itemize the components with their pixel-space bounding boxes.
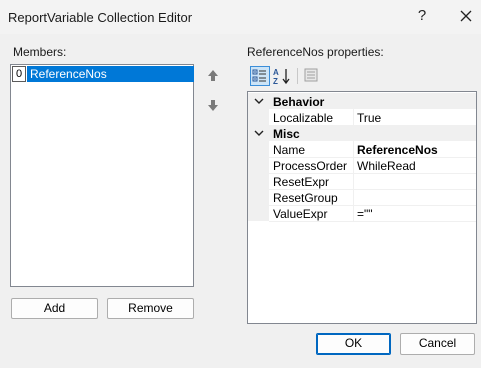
property-row-name[interactable]: Name ReferenceNos: [248, 141, 476, 157]
remove-button[interactable]: Remove: [107, 298, 194, 319]
list-item[interactable]: 0 ReferenceNos: [12, 66, 194, 82]
column-divider: [353, 109, 354, 125]
property-name: ValueExpr: [273, 207, 328, 221]
close-button[interactable]: [455, 5, 477, 27]
property-value[interactable]: ="": [357, 207, 373, 221]
category-name: Misc: [273, 127, 300, 141]
chevron-down-icon: [254, 130, 264, 136]
close-icon: [460, 10, 472, 22]
row-margin: [248, 189, 269, 205]
svg-text:A: A: [273, 68, 279, 77]
toolbar-separator: [297, 68, 298, 84]
property-pages-button[interactable]: [302, 66, 322, 86]
alphabetical-button[interactable]: A Z: [272, 66, 292, 86]
add-button[interactable]: Add: [11, 298, 98, 319]
collapse-misc-button[interactable]: [254, 127, 264, 137]
cancel-button[interactable]: Cancel: [400, 333, 475, 355]
categorized-icon: [252, 69, 266, 82]
categorized-button[interactable]: [250, 66, 270, 86]
member-index: 0: [12, 66, 26, 82]
property-pages-icon: [304, 68, 318, 82]
property-row-processorder[interactable]: ProcessOrder WhileRead: [248, 157, 476, 173]
arrow-down-icon: [208, 100, 218, 111]
column-divider: [353, 157, 354, 173]
column-divider: [353, 141, 354, 157]
property-row-valueexpr[interactable]: ValueExpr ="": [248, 205, 476, 221]
row-margin: [248, 205, 269, 221]
svg-text:Z: Z: [273, 77, 278, 86]
arrow-up-icon: [208, 70, 218, 81]
property-grid[interactable]: Behavior Localizable True Misc Name Refe…: [247, 91, 477, 324]
column-divider: [353, 205, 354, 221]
column-divider: [353, 173, 354, 189]
row-margin: [248, 173, 269, 189]
property-name: Name: [273, 143, 306, 157]
members-list[interactable]: 0 ReferenceNos: [10, 64, 194, 287]
title-bar: ReportVariable Collection Editor ?: [0, 0, 481, 34]
property-name: ResetExpr: [273, 175, 330, 189]
row-margin: [248, 141, 269, 157]
properties-label: ReferenceNos properties:: [247, 45, 384, 59]
move-down-button[interactable]: [204, 96, 222, 114]
ok-button[interactable]: OK: [316, 333, 391, 355]
category-row-behavior[interactable]: Behavior: [248, 93, 476, 109]
alphabetical-icon: A Z: [273, 68, 290, 86]
member-name[interactable]: ReferenceNos: [27, 66, 194, 82]
property-row-resetgroup[interactable]: ResetGroup: [248, 189, 476, 205]
column-divider: [353, 189, 354, 205]
row-margin: [248, 109, 269, 125]
members-label: Members:: [13, 45, 67, 59]
property-name: Localizable: [273, 111, 334, 125]
chevron-down-icon: [254, 98, 264, 104]
category-row-misc[interactable]: Misc: [248, 125, 476, 141]
row-divider: [269, 221, 476, 222]
property-row-localizable[interactable]: Localizable True: [248, 109, 476, 125]
row-margin: [248, 157, 269, 173]
property-row-resetexpr[interactable]: ResetExpr: [248, 173, 476, 189]
property-value[interactable]: WhileRead: [357, 159, 416, 173]
property-value[interactable]: True: [357, 111, 381, 125]
window-title: ReportVariable Collection Editor: [8, 10, 193, 25]
category-name: Behavior: [273, 95, 325, 109]
property-name: ResetGroup: [273, 191, 338, 205]
help-button[interactable]: ?: [412, 7, 432, 27]
collapse-behavior-button[interactable]: [254, 95, 264, 105]
property-name: ProcessOrder: [273, 159, 348, 173]
property-value[interactable]: ReferenceNos: [357, 143, 438, 157]
move-up-button[interactable]: [204, 67, 222, 85]
